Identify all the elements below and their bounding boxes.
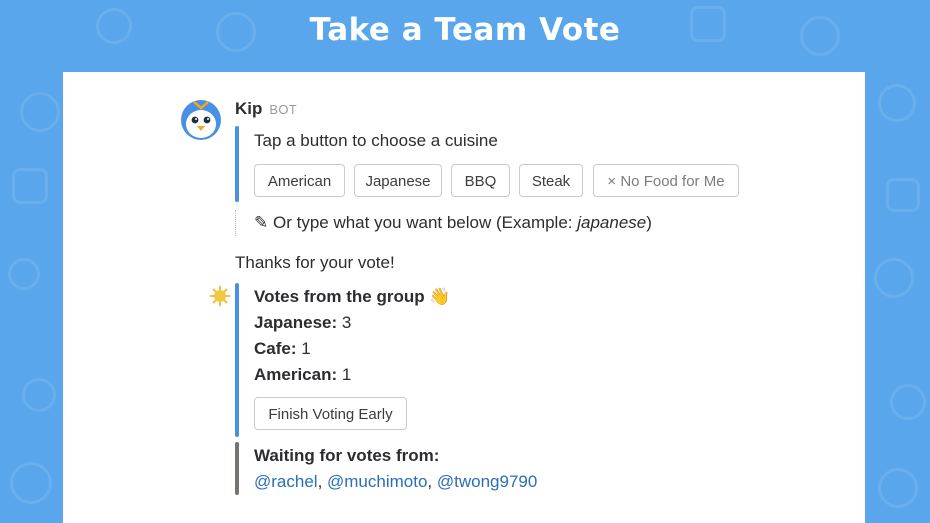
finish-voting-button[interactable]: Finish Voting Early [254, 397, 407, 430]
user-mention[interactable]: @rachel [254, 472, 318, 491]
food-doodle [8, 258, 40, 290]
result-row: Cafe: 1 [254, 339, 311, 359]
result-label: Japanese: [254, 313, 338, 332]
result-count: 3 [341, 313, 352, 332]
food-doodle [890, 384, 926, 420]
result-row: American: 1 [254, 365, 351, 385]
results-title: Votes from the group 👋 [254, 287, 451, 307]
no-food-button[interactable]: × No Food for Me [593, 164, 739, 197]
mention-separator: , [317, 472, 328, 491]
sun-icon [210, 286, 230, 306]
kip-avatar[interactable] [180, 99, 222, 141]
food-doodle [10, 462, 52, 504]
user-mention[interactable]: @muchimoto [327, 472, 427, 491]
mention-separator: , [427, 472, 437, 491]
result-count: 1 [301, 339, 311, 358]
cuisine-button-bbq[interactable]: BBQ [451, 164, 510, 197]
cuisine-button-american[interactable]: American [254, 164, 345, 197]
waiting-title: Waiting for votes from: [254, 446, 440, 465]
results-bar [235, 283, 239, 437]
food-doodle [886, 178, 920, 212]
hint-divider [235, 210, 236, 236]
food-doodle [22, 378, 56, 412]
result-count: 1 [341, 365, 352, 384]
sender-name[interactable]: Kip [235, 99, 262, 119]
user-mention[interactable]: @twong9790 [437, 472, 537, 491]
hint-close: ) [646, 213, 652, 232]
food-doodle [20, 92, 60, 132]
result-row: Japanese: 3 [254, 313, 351, 333]
hint-line: ✎ Or type what you want below (Example: … [254, 213, 652, 233]
result-label: Cafe: [254, 339, 297, 358]
waiting-bar [235, 442, 239, 495]
results-title-text: Votes from the group [254, 287, 425, 306]
food-doodle [12, 168, 48, 204]
chat-panel: Kip BOT Tap a button to choose a cuisine… [63, 72, 865, 523]
waiting-users: @rachel, @muchimoto, @twong9790 [254, 472, 537, 492]
bot-badge: BOT [269, 102, 298, 117]
pencil-icon: ✎ [254, 213, 269, 232]
wave-icon: 👋 [429, 287, 451, 307]
cuisine-button-japanese[interactable]: Japanese [354, 164, 442, 197]
thanks-message: Thanks for your vote! [235, 253, 395, 272]
result-label: American: [254, 365, 338, 384]
hint-example: japanese [577, 213, 647, 232]
attachment-bar [235, 126, 239, 202]
banner-title: Take a Team Vote [309, 12, 621, 48]
food-doodle [878, 468, 918, 508]
hint-text: Or type what you want below (Example: [272, 213, 578, 232]
attachment-prompt: Tap a button to choose a cuisine [254, 131, 498, 150]
food-doodle [878, 84, 916, 122]
cuisine-button-steak[interactable]: Steak [519, 164, 583, 197]
message-header: Kip BOT [235, 99, 297, 119]
food-doodle [874, 258, 914, 298]
penguin-icon [181, 100, 221, 140]
